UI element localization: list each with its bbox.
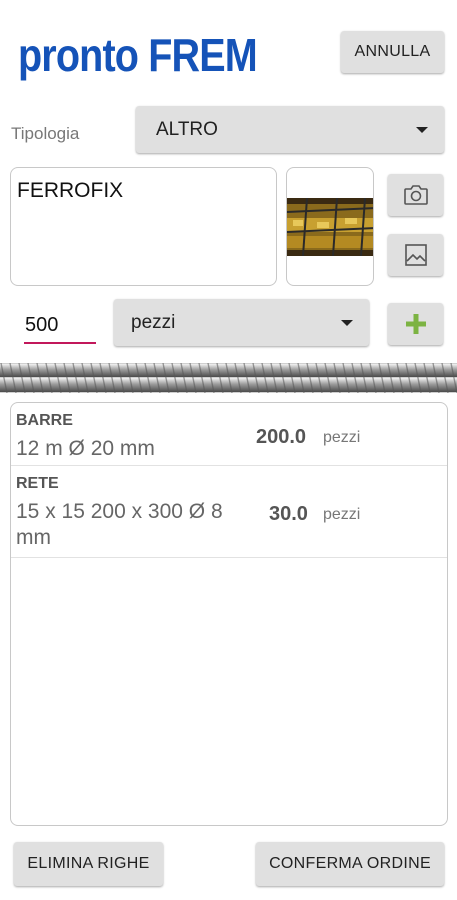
list-item[interactable]: BARRE 12 m Ø 20 mm 200.0 pezzi	[11, 403, 447, 466]
rebar-divider-image	[0, 363, 457, 393]
add-line-button[interactable]	[388, 303, 443, 345]
list-item[interactable]: RETE 15 x 15 200 x 300 Ø 8 mm 30.0 pezzi	[11, 466, 447, 558]
line-unit: pezzi	[323, 429, 361, 446]
unit-select[interactable]: pezzi	[114, 299, 369, 346]
line-description: 12 m Ø 20 mm	[16, 437, 155, 460]
cancel-button[interactable]: ANNULLA	[341, 31, 444, 73]
app-title: pronto FREM	[18, 29, 258, 81]
line-category: RETE	[16, 475, 59, 492]
line-quantity: 200.0	[256, 426, 307, 448]
line-category: BARRE	[16, 412, 73, 429]
gallery-button[interactable]	[388, 234, 443, 276]
photo-preview[interactable]	[286, 167, 374, 286]
unit-select-value: pezzi	[131, 312, 176, 333]
line-quantity: 30.0	[269, 503, 308, 525]
confirm-order-button[interactable]: CONFERMA ORDINE	[256, 842, 444, 886]
dropdown-arrow-icon	[341, 320, 353, 326]
rebar-photo-thumbnail	[287, 198, 373, 256]
order-lines-list[interactable]: BARRE 12 m Ø 20 mm 200.0 pezzi RETE 15 x…	[10, 402, 448, 826]
line-unit: pezzi	[323, 506, 361, 523]
dropdown-arrow-icon	[416, 127, 428, 133]
type-select[interactable]: ALTRO	[136, 106, 444, 153]
line-description: 15 x 15 200 x 300 Ø 8 mm	[16, 500, 223, 549]
image-gallery-icon	[404, 244, 427, 266]
description-field[interactable]: FERROFIX	[10, 167, 277, 286]
type-label: Tipologia	[11, 124, 80, 143]
camera-button[interactable]	[388, 174, 443, 216]
plus-icon	[405, 314, 426, 334]
quantity-input[interactable]: 500	[24, 310, 96, 344]
type-select-value: ALTRO	[156, 119, 218, 140]
quantity-value: 500	[25, 314, 59, 336]
description-value: FERROFIX	[17, 179, 124, 202]
delete-lines-button[interactable]: ELIMINA RIGHE	[14, 842, 163, 886]
camera-icon	[403, 185, 428, 205]
